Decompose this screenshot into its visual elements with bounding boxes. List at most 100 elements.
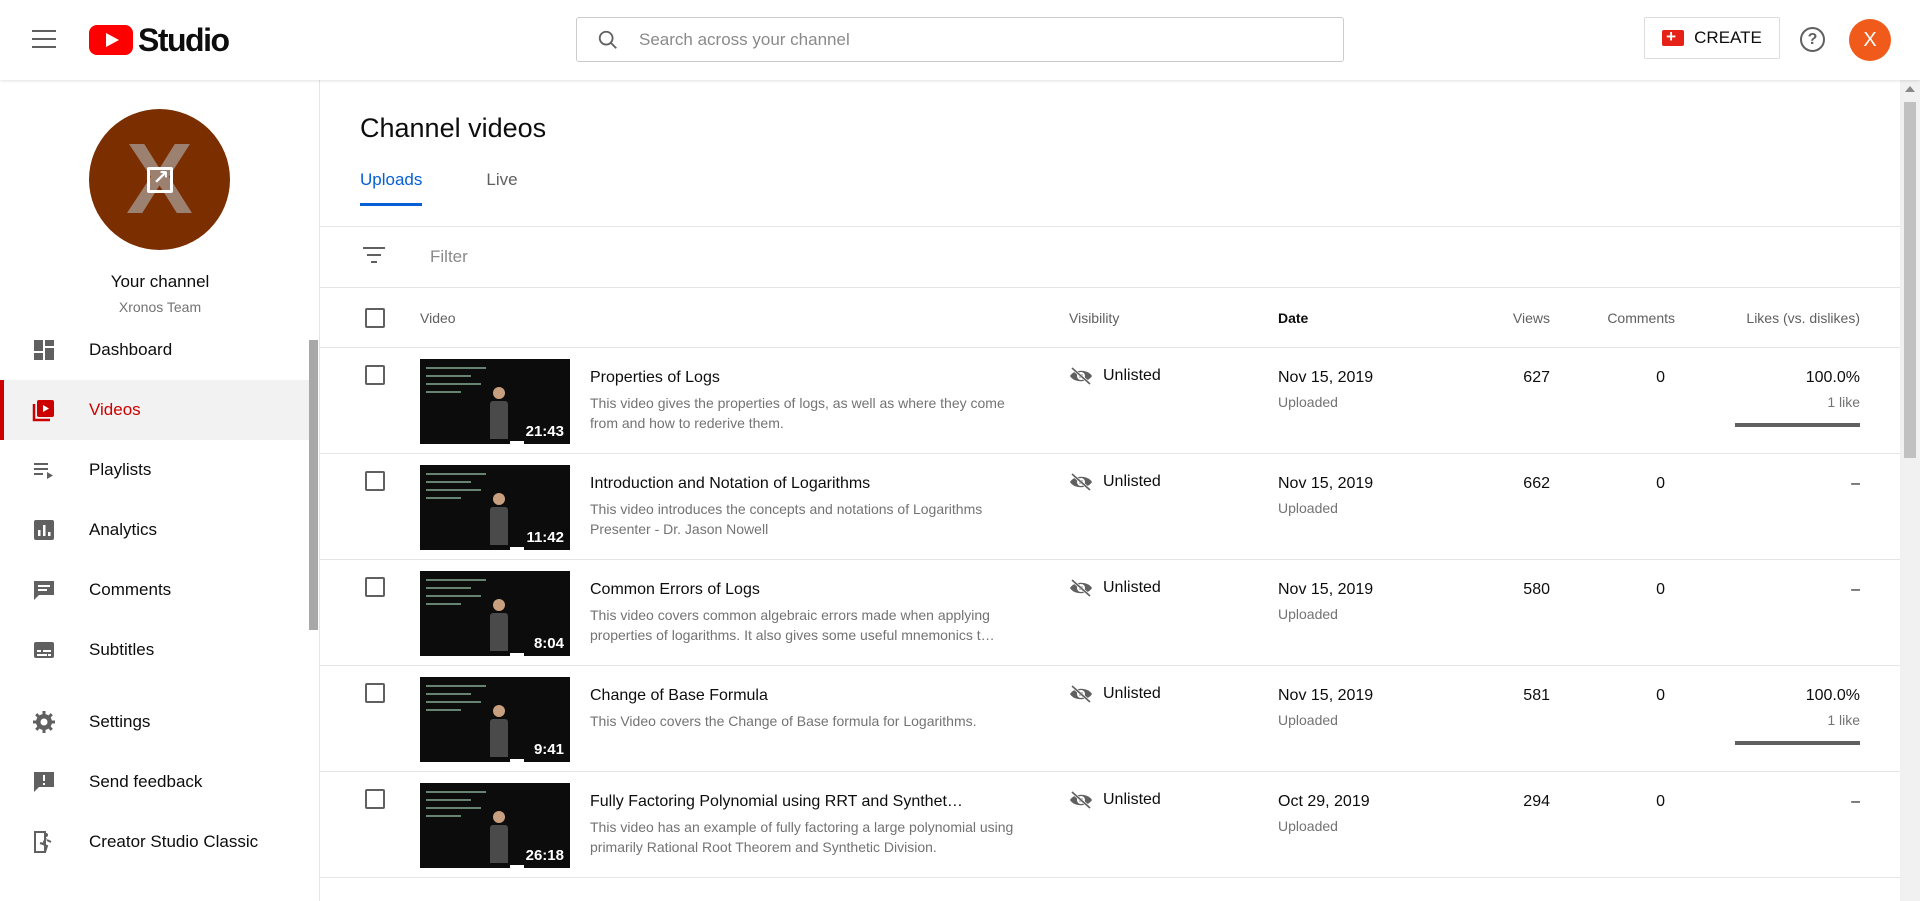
visibility-label: Unlisted: [1103, 791, 1161, 808]
filter-input[interactable]: Filter: [430, 247, 468, 267]
visibility-label: Unlisted: [1103, 473, 1161, 490]
video-title[interactable]: Introduction and Notation of Logarithms: [590, 475, 1030, 493]
video-date: Nov 15, 2019: [1278, 369, 1374, 386]
comment-count: 0: [1656, 687, 1665, 704]
visibility-cell[interactable]: Unlisted: [1069, 366, 1161, 386]
sidebar-item-label: Playlists: [89, 460, 152, 479]
video-thumbnail[interactable]: 21:43: [420, 359, 570, 444]
presenter-figure: [490, 811, 508, 866]
table-row[interactable]: 8:04 Common Errors of Logs This video cove…: [320, 561, 1900, 666]
visibility-label: Unlisted: [1103, 579, 1161, 596]
sidebar-item-settings[interactable]: Settings: [0, 692, 315, 752]
channel-name: Xronos Team: [118, 299, 202, 315]
visibility-cell[interactable]: Unlisted: [1069, 790, 1161, 810]
video-thumbnail[interactable]: 8:04: [420, 571, 570, 656]
video-duration: 8:04: [533, 635, 564, 652]
likes-percent: 100.0%: [1805, 369, 1860, 386]
your-channel-label: Your channel: [110, 272, 210, 291]
scrollbar-thumb[interactable]: [1904, 102, 1916, 458]
row-checkbox[interactable]: [365, 471, 385, 491]
view-count: 662: [1523, 475, 1550, 492]
row-checkbox[interactable]: [365, 789, 385, 809]
column-visibility[interactable]: Visibility: [1069, 310, 1119, 326]
sidebar-item-label: Comments: [89, 580, 172, 599]
sidebar-item-label: Dashboard: [89, 340, 173, 359]
video-thumbnail[interactable]: 9:41: [420, 677, 570, 762]
thumbnail-progress-bar: [510, 653, 524, 656]
sidebar-item-creator-studio-classic[interactable]: Creator Studio Classic: [0, 812, 315, 872]
column-date[interactable]: Date: [1278, 310, 1308, 326]
sidebar-item-analytics[interactable]: Analytics: [0, 500, 315, 560]
column-views[interactable]: Views: [1513, 310, 1550, 326]
table-row[interactable]: 26:18 Fully Factoring Polynomial using RR…: [320, 773, 1900, 878]
video-duration: 26:18: [525, 847, 564, 864]
filter-bar[interactable]: Filter: [320, 227, 1900, 288]
playlists-icon: [32, 458, 56, 482]
tabs: Uploads Live: [360, 166, 582, 206]
video-description: This video covers common algebraic error…: [590, 607, 995, 643]
upload-status: Uploaded: [1278, 500, 1338, 516]
filter-icon[interactable]: [362, 247, 386, 267]
sidebar-item-label: Send feedback: [89, 772, 203, 791]
search-box[interactable]: [576, 17, 1344, 62]
column-likes[interactable]: Likes (vs. dislikes): [1746, 310, 1860, 326]
video-title[interactable]: Fully Factoring Polynomial using RRT and…: [590, 793, 1030, 811]
studio-logo[interactable]: Studio: [89, 21, 230, 58]
likes-count: 1 like: [1827, 712, 1860, 728]
sidebar-item-send-feedback[interactable]: Send feedback: [0, 752, 315, 812]
account-avatar[interactable]: X: [1849, 19, 1891, 61]
table-row[interactable]: 21:43 Properties of Logs This video gives …: [320, 349, 1900, 454]
help-icon[interactable]: ?: [1800, 27, 1825, 52]
chalkboard-writing: [426, 473, 496, 513]
visibility-cell[interactable]: Unlisted: [1069, 684, 1161, 704]
video-thumbnail[interactable]: 26:18: [420, 783, 570, 868]
sidebar-item-label: Settings: [89, 712, 151, 731]
view-count: 581: [1523, 687, 1550, 704]
scroll-up-arrow-icon[interactable]: [1905, 86, 1915, 92]
menu-icon[interactable]: [32, 30, 58, 50]
youtube-logo-icon: [89, 25, 133, 55]
thumbnail-progress-bar: [510, 759, 524, 762]
row-checkbox[interactable]: [365, 683, 385, 703]
visibility-cell[interactable]: Unlisted: [1069, 472, 1161, 492]
video-thumbnail[interactable]: 11:42: [420, 465, 570, 550]
presenter-figure: [490, 493, 508, 548]
video-description: This video gives the properties of logs,…: [590, 395, 1005, 431]
table-header: Video Visibility Date Views Comments Lik…: [320, 288, 1900, 348]
tab-live[interactable]: Live: [486, 166, 517, 206]
tab-uploads[interactable]: Uploads: [360, 166, 423, 206]
select-all-checkbox[interactable]: [365, 308, 385, 328]
row-checkbox[interactable]: [365, 577, 385, 597]
column-comments[interactable]: Comments: [1607, 310, 1675, 326]
create-button[interactable]: CREATE: [1644, 17, 1780, 59]
channel-avatar[interactable]: X: [89, 109, 230, 250]
top-bar: Studio CREATE ? X: [0, 0, 1920, 80]
sidebar-scrollbar[interactable]: [309, 340, 318, 630]
sidebar-item-videos[interactable]: Videos: [0, 380, 315, 440]
video-title[interactable]: Change of Base Formula: [590, 687, 1030, 705]
sidebar-item-playlists[interactable]: Playlists: [0, 440, 315, 500]
search-input[interactable]: [639, 29, 1319, 50]
sidebar-item-comments[interactable]: Comments: [0, 560, 315, 620]
table-row[interactable]: 9:41 Change of Base Formula This Video cov…: [320, 667, 1900, 772]
subtitles-icon: [32, 638, 56, 662]
video-title[interactable]: Properties of Logs: [590, 369, 1030, 387]
visibility-cell[interactable]: Unlisted: [1069, 578, 1161, 598]
sidebar-item-dashboard[interactable]: Dashboard: [0, 320, 315, 380]
table-row[interactable]: 11:42 Introduction and Notation of Logari…: [320, 455, 1900, 560]
logo-text: Studio: [138, 21, 230, 58]
external-link-icon: [146, 165, 173, 193]
thumbnail-progress-bar: [510, 865, 524, 868]
video-description: This Video covers the Change of Base for…: [590, 713, 977, 729]
settings-icon: [32, 710, 56, 734]
video-duration: 9:41: [533, 741, 564, 758]
video-title[interactable]: Common Errors of Logs: [590, 581, 1030, 599]
likes-ratio-bar: [1735, 423, 1860, 427]
page-scrollbar[interactable]: [1900, 80, 1920, 901]
sidebar-item-subtitles[interactable]: Subtitles: [0, 620, 315, 680]
sidebar-item-label: Creator Studio Classic: [89, 832, 259, 851]
thumbnail-progress-bar: [510, 441, 524, 444]
row-checkbox[interactable]: [365, 365, 385, 385]
sidebar: X Your channel Xronos Team Dashboard Vid…: [0, 80, 320, 901]
video-duration: 11:42: [526, 529, 564, 546]
